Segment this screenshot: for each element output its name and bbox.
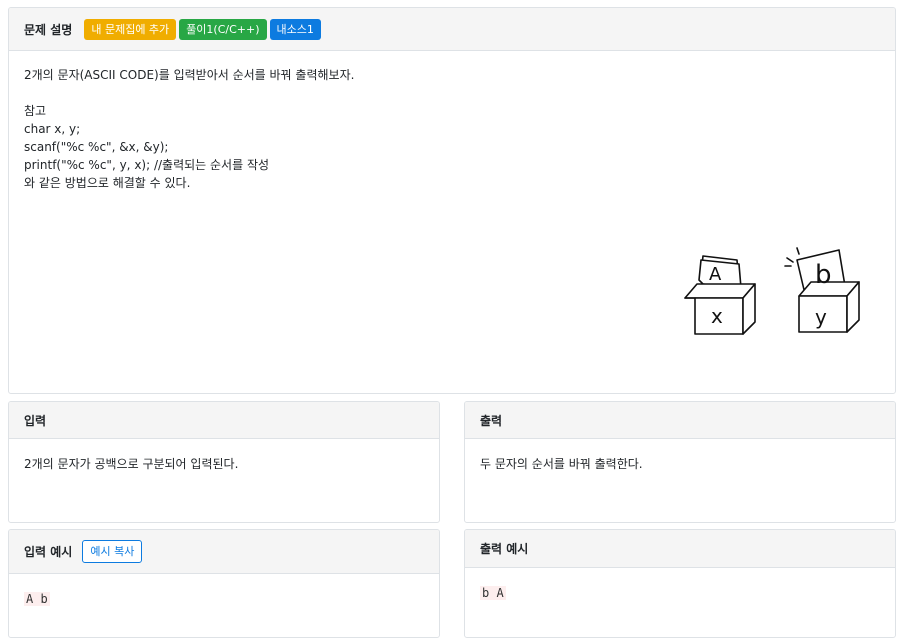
solution-c-button[interactable]: 풀이1(C/C++) (179, 18, 267, 40)
output-header: 출력 (465, 402, 895, 439)
sample-output-header: 출력 예시 (465, 530, 895, 568)
output-text: 두 문자의 순서를 바꿔 출력한다. (480, 457, 643, 471)
my-source-button[interactable]: 내소스1 (269, 18, 321, 40)
sample-input-header: 입력 예시 예시 복사 (9, 530, 439, 574)
add-to-my-problems-button[interactable]: 내 문제집에 추가 (84, 18, 177, 40)
sample-output-body: b A (465, 568, 895, 618)
input-title: 입력 (24, 413, 47, 428)
problem-description: 2개의 문자(ASCII CODE)를 입력받아서 순서를 바꿔 출력해보자. … (9, 51, 895, 208)
description-line: 2개의 문자(ASCII CODE)를 입력받아서 순서를 바꿔 출력해보자. (24, 68, 355, 82)
description-line: 와 같은 방법으로 해결할 수 있다. (24, 176, 191, 190)
box-x-label: x (711, 304, 723, 328)
problem-title: 문제 설명 (24, 22, 73, 37)
description-line (24, 84, 880, 102)
card-a-label: A (709, 264, 722, 285)
problem-header: 문제 설명 내 문제집에 추가 풀이1(C/C++) 내소스1 (9, 8, 895, 51)
sample-output-value: b A (480, 586, 506, 600)
description-line: 참고 (24, 104, 47, 118)
input-text: 2개의 문자가 공백으로 구분되어 입력된다. (24, 457, 239, 471)
sample-output-card: 출력 예시 b A (464, 529, 896, 638)
input-card: 입력 2개의 문자가 공백으로 구분되어 입력된다. (8, 401, 440, 523)
box-y-label: y (815, 305, 827, 329)
output-title: 출력 (480, 413, 503, 428)
swap-boxes-illustration: A x b y (684, 247, 860, 335)
sample-input-card: 입력 예시 예시 복사 A b (8, 529, 440, 638)
output-description: 두 문자의 순서를 바꿔 출력한다. (465, 439, 895, 489)
card-b-label: b (815, 260, 832, 290)
description-line: char x, y; (24, 122, 81, 136)
description-line: printf("%c %c", y, x); //출력되는 순서를 작성 (24, 158, 270, 172)
copy-sample-button[interactable]: 예시 복사 (82, 540, 143, 563)
description-line: scanf("%c %c", &x, &y); (24, 140, 169, 154)
sample-input-title: 입력 예시 (24, 545, 73, 559)
sample-input-value: A b (24, 592, 50, 606)
sample-input-body: A b (9, 574, 439, 624)
input-description: 2개의 문자가 공백으로 구분되어 입력된다. (9, 439, 439, 489)
problem-card: 문제 설명 내 문제집에 추가 풀이1(C/C++) 내소스1 2개의 문자(A… (8, 7, 896, 394)
output-card: 출력 두 문자의 순서를 바꿔 출력한다. (464, 401, 896, 523)
sample-output-title: 출력 예시 (480, 542, 529, 556)
input-header: 입력 (9, 402, 439, 439)
